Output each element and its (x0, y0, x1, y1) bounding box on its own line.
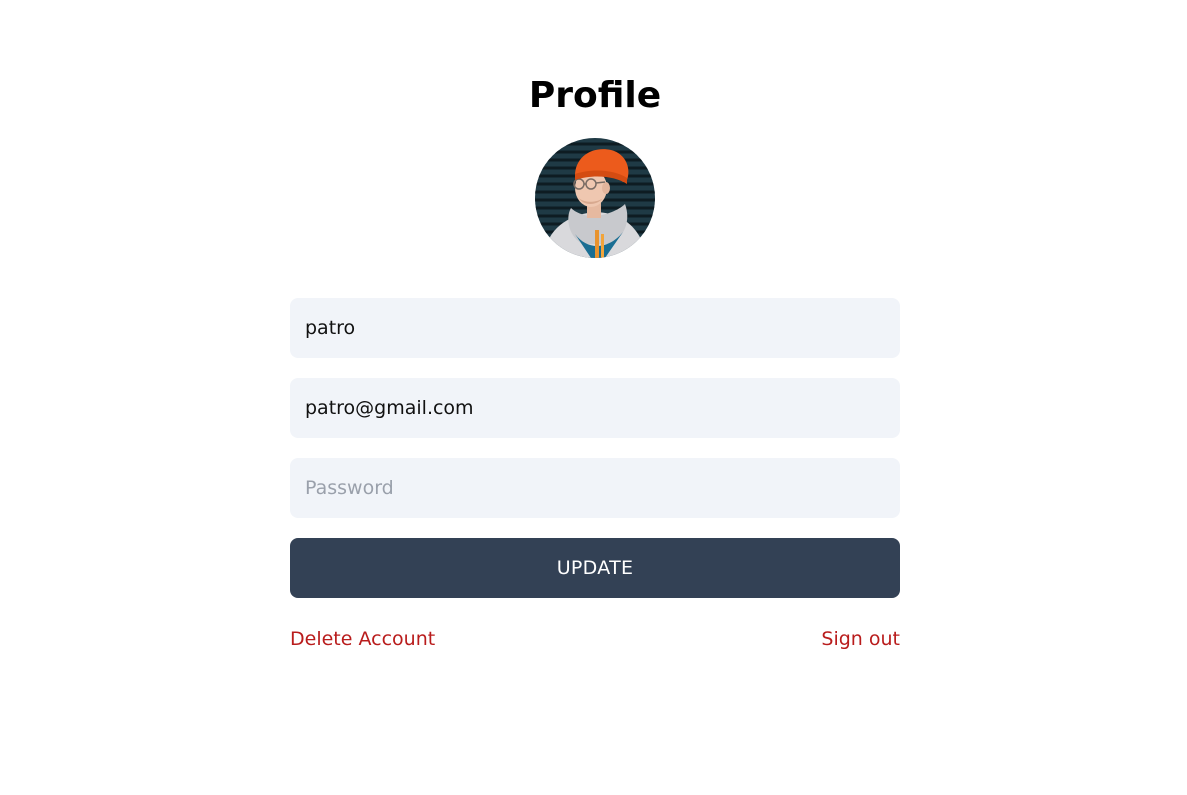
page-title: Profile (528, 75, 662, 117)
email-field[interactable] (290, 378, 900, 438)
profile-page: Profile patro patro@gmail.com UPDATE Del… (0, 0, 1187, 795)
sign-out-link[interactable]: Sign out (821, 626, 900, 652)
avatar[interactable] (535, 138, 655, 258)
avatar-image (535, 138, 655, 258)
username-field[interactable] (290, 298, 900, 358)
update-button[interactable]: UPDATE (290, 538, 900, 598)
password-field[interactable] (290, 458, 900, 518)
delete-account-link[interactable]: Delete Account (290, 626, 435, 652)
